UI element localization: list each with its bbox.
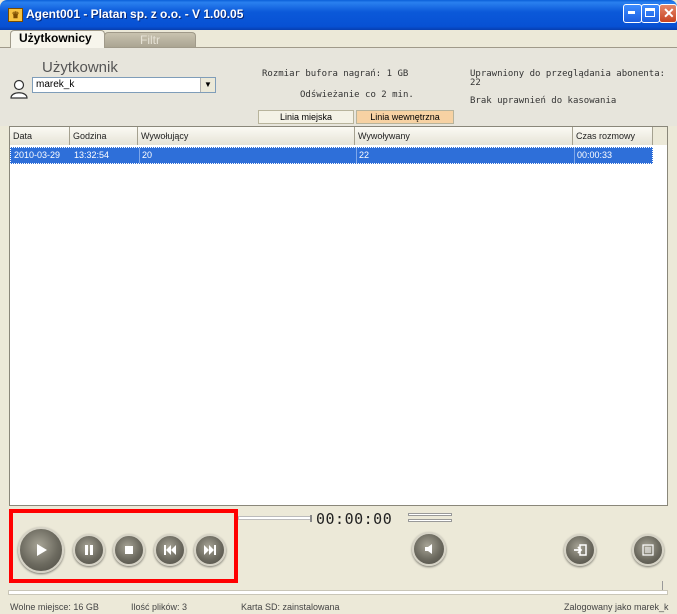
status-bar: Wolne miejsce: 16 GB Ilość plików: 3 Kar… <box>0 600 677 614</box>
cell-callee: 22 <box>359 150 370 160</box>
buffer-size-text: Rozmiar bufora nagrań: 1 GB <box>262 69 409 79</box>
table-row[interactable]: 2010-03-29 13:32:54 20 22 00:00:33 <box>10 147 653 164</box>
tab-users[interactable]: Użytkownicy <box>10 30 105 48</box>
table-header: Data Godzina Wywołujący Wywoływany Czas … <box>10 127 667 145</box>
recordings-table[interactable]: Data Godzina Wywołujący Wywoływany Czas … <box>9 126 668 506</box>
chevron-down-icon[interactable]: ▼ <box>200 78 215 92</box>
cell-date: 2010-03-29 <box>14 150 61 160</box>
seek-handle[interactable] <box>310 515 312 522</box>
cell-caller: 20 <box>142 150 153 160</box>
user-select-value: marek_k <box>36 79 75 90</box>
time-display: 00:00:00 <box>316 510 393 528</box>
mute-icon <box>414 534 444 564</box>
title-bar[interactable]: ♛ Agent001 - Platan sp. z o.o. - V 1.00.… <box>0 0 677 30</box>
volume-track-bottom <box>408 519 452 522</box>
column-header-time[interactable]: Godzina <box>70 127 138 145</box>
minimize-icon <box>628 11 635 14</box>
internal-line-button[interactable]: Linia wewnętrzna <box>356 110 454 124</box>
maximize-icon <box>645 8 655 17</box>
user-select[interactable]: marek_k ▼ <box>32 77 216 93</box>
no-delete-text: Brak uprawnień do kasowania <box>470 96 617 106</box>
city-line-button[interactable]: Linia miejska <box>258 110 354 124</box>
column-header-callee[interactable]: Wywoływany <box>355 127 573 145</box>
tab-filter[interactable]: Filtr <box>104 32 196 48</box>
status-file-count: Ilość plików: 3 <box>131 602 188 612</box>
cell-time: 13:32:54 <box>74 150 110 160</box>
column-header-duration[interactable]: Czas rozmowy <box>573 127 653 145</box>
status-logged-in: Zalogowany jako marek_k <box>564 602 669 612</box>
close-button[interactable]: ✕ <box>659 4 677 23</box>
crown-icon: ♛ <box>8 8 23 22</box>
column-header-date[interactable]: Data <box>10 127 70 145</box>
refresh-text: Odświeżanie co 2 min. <box>300 90 414 100</box>
status-sd-card: Karta SD: zainstalowana <box>241 602 340 612</box>
user-panel: Użytkownik marek_k ▼ Rozmiar bufora nagr… <box>0 48 677 126</box>
menu-icon <box>634 536 662 564</box>
cell-duration: 00:00:33 <box>577 150 613 160</box>
tab-strip: Użytkownicy Filtr <box>0 30 677 48</box>
column-header-caller[interactable]: Wywołujący <box>138 127 355 145</box>
seek-slider[interactable] <box>238 516 312 520</box>
status-free-space: Wolne miejsce: 16 GB <box>10 602 99 612</box>
window-title: Agent001 - Platan sp. z o.o. - V 1.00.05 <box>26 7 244 21</box>
export-icon <box>566 536 594 564</box>
permission-value: 22 <box>470 78 481 88</box>
user-icon <box>10 79 28 99</box>
close-icon: ✕ <box>663 5 675 21</box>
progress-bar <box>8 590 668 595</box>
volume-track-top <box>408 513 452 516</box>
menu-button[interactable] <box>632 534 664 566</box>
volume-slider[interactable] <box>408 513 452 525</box>
app-window: ♛ Agent001 - Platan sp. z o.o. - V 1.00.… <box>0 0 677 614</box>
minimize-button[interactable] <box>623 4 642 23</box>
maximize-button[interactable] <box>641 4 660 23</box>
mute-button[interactable] <box>412 532 446 566</box>
permission-title: Uprawniony do przeglądania abonenta: <box>470 69 666 79</box>
export-button[interactable] <box>564 534 596 566</box>
playback-controls-highlight <box>9 509 238 583</box>
user-label: Użytkownik <box>42 59 118 76</box>
